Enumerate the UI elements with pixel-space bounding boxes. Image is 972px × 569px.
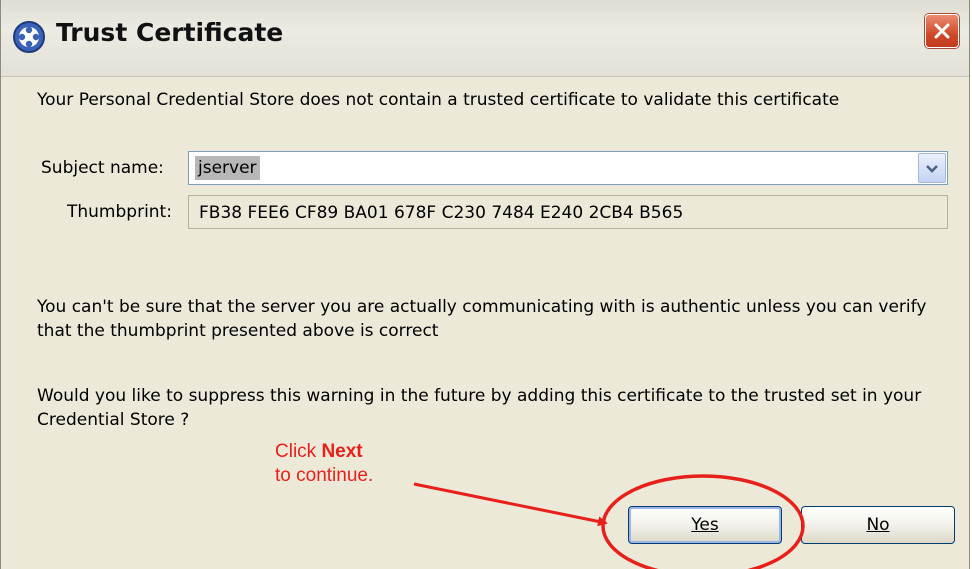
globe-shield-icon: [13, 21, 45, 53]
annotation-continue: to continue.: [275, 465, 374, 486]
close-button[interactable]: [925, 14, 959, 48]
info-message: Your Personal Credential Store does not …: [37, 90, 840, 110]
thumbprint-field: FB38 FEE6 CF89 BA01 678F C230 7484 E240 …: [188, 195, 948, 229]
subject-name-label: Subject name:: [41, 158, 164, 178]
trust-certificate-dialog: Trust Certificate Your Personal Credenti…: [0, 0, 970, 569]
annotation-next: Next: [321, 441, 363, 462]
subject-name-value[interactable]: jserver: [195, 156, 260, 180]
close-icon: [934, 23, 950, 39]
thumbprint-label: Thumbprint:: [67, 202, 172, 222]
chevron-down-icon: [926, 165, 938, 173]
thumbprint-value: FB38 FEE6 CF89 BA01 678F C230 7484 E240 …: [199, 203, 684, 223]
annotation-prefix: Click: [275, 441, 322, 462]
tutorial-annotation: Click Next to continue.: [275, 440, 373, 488]
dialog-title: Trust Certificate: [56, 18, 284, 47]
no-button[interactable]: No: [801, 506, 955, 544]
yes-button[interactable]: Yes: [628, 506, 782, 544]
suppress-question: Would you like to suppress this warning …: [37, 386, 922, 430]
title-bar[interactable]: Trust Certificate: [1, 0, 969, 77]
subject-name-combobox[interactable]: jserver: [188, 151, 948, 185]
dropdown-button[interactable]: [918, 153, 946, 183]
warning-message: You can't be sure that the server you ar…: [37, 297, 927, 341]
